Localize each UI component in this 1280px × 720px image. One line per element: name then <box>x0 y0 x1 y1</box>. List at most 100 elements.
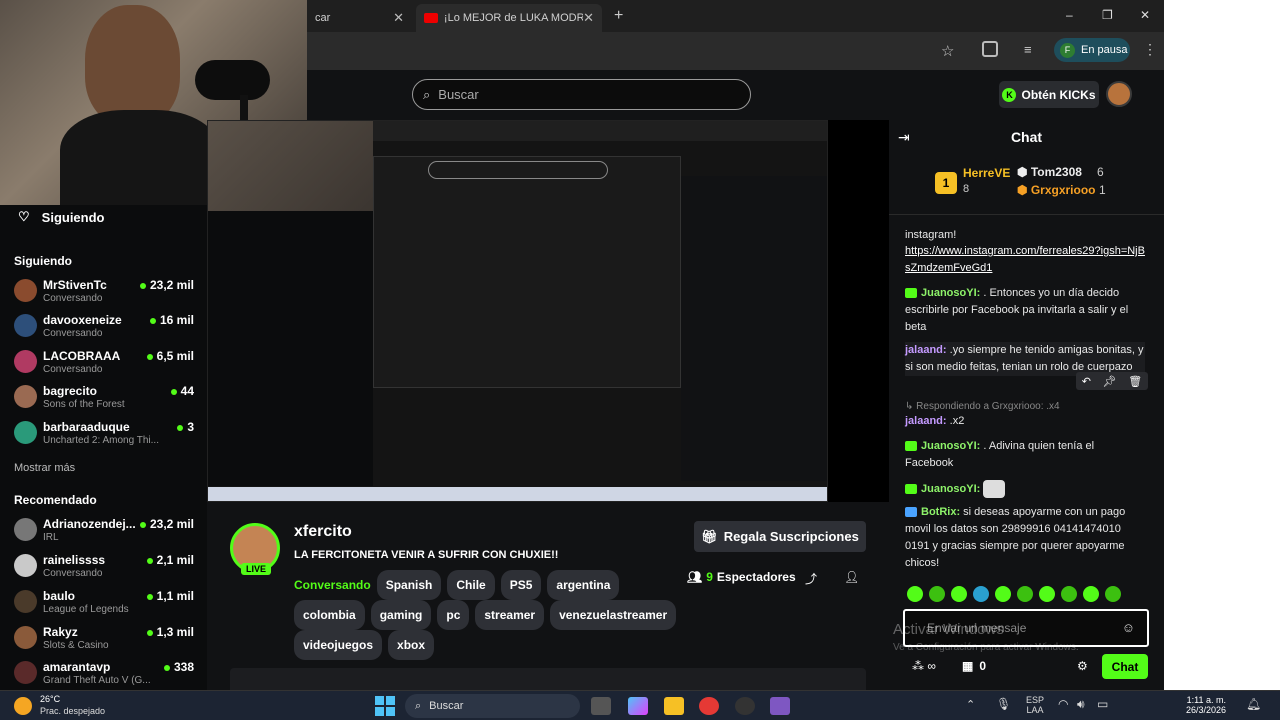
sidebar-channel[interactable]: baulo League of Legends 1,1 mil <box>14 588 194 622</box>
sidebar-channel[interactable]: davooxeneize Conversando 16 mil <box>14 312 194 346</box>
show-more-link[interactable]: Mostrar más <box>14 462 75 474</box>
app-icon[interactable] <box>770 697 790 715</box>
tag[interactable]: PS5 <box>500 570 542 600</box>
new-tab-button[interactable]: + <box>614 7 623 25</box>
share-icon[interactable]: ⤴ <box>805 570 817 587</box>
follow-user-icon[interactable]: 👤︎ <box>844 570 859 584</box>
section-following: Siguiendo <box>14 254 72 268</box>
task-view-icon[interactable] <box>591 697 611 715</box>
viewer-count: 23,2 mil <box>139 517 194 531</box>
get-kicks-button[interactable]: K Obtén KICKs <box>999 81 1099 108</box>
tag[interactable]: venezuelastreamer <box>550 600 677 630</box>
sidebar-channel[interactable]: bagrecito Sons of the Forest 44 <box>14 383 194 417</box>
chat-send-button[interactable]: Chat <box>1102 654 1148 679</box>
chat-message: instagram! <box>905 229 957 241</box>
close-icon[interactable]: ✕ <box>393 10 404 26</box>
viewer-count: 6,5 mil <box>146 349 194 363</box>
channel-category: Grand Theft Auto V (G... <box>43 675 151 686</box>
chat-tools-icon[interactable]: ⁂ ∞ <box>912 659 936 673</box>
kicks-label: Obtén KICKs <box>1021 87 1096 102</box>
obs-icon[interactable] <box>735 697 755 715</box>
notifications-icon[interactable]: 🔔︎ <box>1246 697 1261 711</box>
browser-tab-active[interactable]: ¡Lo MEJOR de LUKA MODRIĆ! ✕ <box>416 4 602 32</box>
sidebar-channel[interactable]: LACOBRAAA Conversando 6,5 mil <box>14 348 194 382</box>
profile-button[interactable]: F En pausa <box>1054 38 1130 62</box>
viewer-count: 23,2 mil <box>139 278 194 292</box>
tag[interactable]: colombia <box>294 600 365 630</box>
profile-label: En pausa <box>1081 44 1128 56</box>
streamer-face <box>85 5 180 125</box>
file-explorer-icon[interactable] <box>664 697 684 715</box>
stream-title: LA FERCITONETA VENIR A SUFRIR CON CHUXIE… <box>294 549 559 561</box>
chat-settings-icon[interactable]: ⚙ <box>1077 659 1088 673</box>
maximize-button[interactable]: ❐ <box>1102 8 1113 22</box>
close-icon[interactable]: ✕ <box>583 10 594 26</box>
sidebar-channel[interactable]: amarantavp Grand Theft Auto V (G... 338 <box>14 659 194 693</box>
tag[interactable]: Spanish <box>376 570 442 600</box>
video-player[interactable] <box>207 120 828 502</box>
avatar <box>14 279 37 302</box>
volume-icon[interactable]: 🔊︎ <box>1077 697 1085 712</box>
viewer-number: 9 <box>706 570 713 584</box>
category-link[interactable]: Conversando <box>294 578 371 592</box>
sidebar-following-header[interactable]: ♡ Siguiendo <box>18 209 105 225</box>
language-indicator[interactable]: ESP LAA <box>1026 695 1044 715</box>
media-control-icon[interactable]: ≡ <box>1024 42 1032 57</box>
viewer-count: 1,3 mil <box>146 625 194 639</box>
channel-name: LACOBRAAA <box>43 349 121 363</box>
sidebar-channel[interactable]: Rakyz Slots & Casino 1,3 mil <box>14 624 194 658</box>
divider <box>889 214 1164 215</box>
copilot-icon[interactable] <box>628 697 648 715</box>
gift-subscriptions-button[interactable]: 🎁︎ Regala Suscripciones <box>694 521 866 552</box>
microphone <box>195 60 270 100</box>
nested-sidebar <box>208 206 373 486</box>
screen-margin <box>1164 0 1280 690</box>
browser-menu-icon[interactable]: ⋮ <box>1143 41 1157 58</box>
close-window-button[interactable]: ✕ <box>1140 8 1150 22</box>
weather-icon[interactable] <box>14 697 32 715</box>
minimize-button[interactable]: – <box>1066 8 1073 22</box>
avatar <box>14 518 37 541</box>
tag[interactable]: xbox <box>388 630 435 660</box>
leader-count: 6 <box>1097 165 1104 179</box>
clock[interactable]: 1:11 a. m. 26/3/2026 <box>1166 695 1226 715</box>
browser-tab[interactable]: car ✕ <box>307 4 412 32</box>
chrome-icon[interactable] <box>699 697 719 715</box>
microphone-icon[interactable]: 🎙︎ <box>996 697 1011 711</box>
windows-start-icon[interactable] <box>375 696 395 716</box>
message-actions[interactable]: ↶ 📌︎ 🗑︎ <box>1076 372 1148 390</box>
tag[interactable]: argentina <box>547 570 620 600</box>
nested-webcam <box>208 121 373 211</box>
windows-taskbar: 26°C Prac. despejado ⌕ Buscar ⌃ 🎙︎ ESP LAA… <box>0 690 1280 720</box>
bookmark-star-icon[interactable]: ☆ <box>941 42 954 60</box>
tag[interactable]: gaming <box>370 600 432 630</box>
chat-link[interactable]: https://www.instagram.com/ferreales29?ig… <box>905 243 1145 277</box>
channel-points[interactable]: ▦ 0 <box>962 659 986 673</box>
nested-video <box>373 156 681 388</box>
tag[interactable]: pc <box>437 600 470 630</box>
viewer-count: 3 <box>177 420 194 434</box>
extensions-icon[interactable] <box>982 41 998 57</box>
nested-chat <box>681 176 827 481</box>
sidebar-channel[interactable]: Adrianozendej... IRL 23,2 mil <box>14 516 194 550</box>
channel-name[interactable]: xfercito <box>294 523 352 541</box>
user-avatar[interactable] <box>1106 81 1132 107</box>
chat-message-hover: jalaand: .yo siempre he tenido amigas bo… <box>905 342 1145 376</box>
below-player-panel <box>230 668 866 690</box>
viewer-count: 1,1 mil <box>146 589 194 603</box>
chat-message: BotRix: si deseas apoyarme con un pago m… <box>905 506 1126 569</box>
sidebar-channel[interactable]: barbaraaduque Uncharted 2: Among Thi... … <box>14 419 194 453</box>
emoji-icon[interactable]: ☺ <box>1122 620 1135 635</box>
sidebar-channel[interactable]: MrStivenTc Conversando 23,2 mil <box>14 277 194 311</box>
tray-chevron-icon[interactable]: ⌃ <box>966 698 975 711</box>
taskbar-search[interactable]: ⌕ Buscar <box>405 694 580 718</box>
emote-bar[interactable] <box>907 586 1147 604</box>
wifi-icon[interactable]: ◠ <box>1058 697 1068 711</box>
search-input[interactable]: ⌕ Buscar <box>412 79 751 110</box>
battery-icon[interactable]: ▭ <box>1097 697 1108 711</box>
tag[interactable]: videojuegos <box>294 630 383 660</box>
tag[interactable]: Chile <box>447 570 495 600</box>
leader-name: ⬢ Grxgxriooo <box>1017 183 1096 197</box>
sidebar-channel[interactable]: rainelissss Conversando 2,1 mil <box>14 552 194 586</box>
tag[interactable]: streamer <box>475 600 545 630</box>
